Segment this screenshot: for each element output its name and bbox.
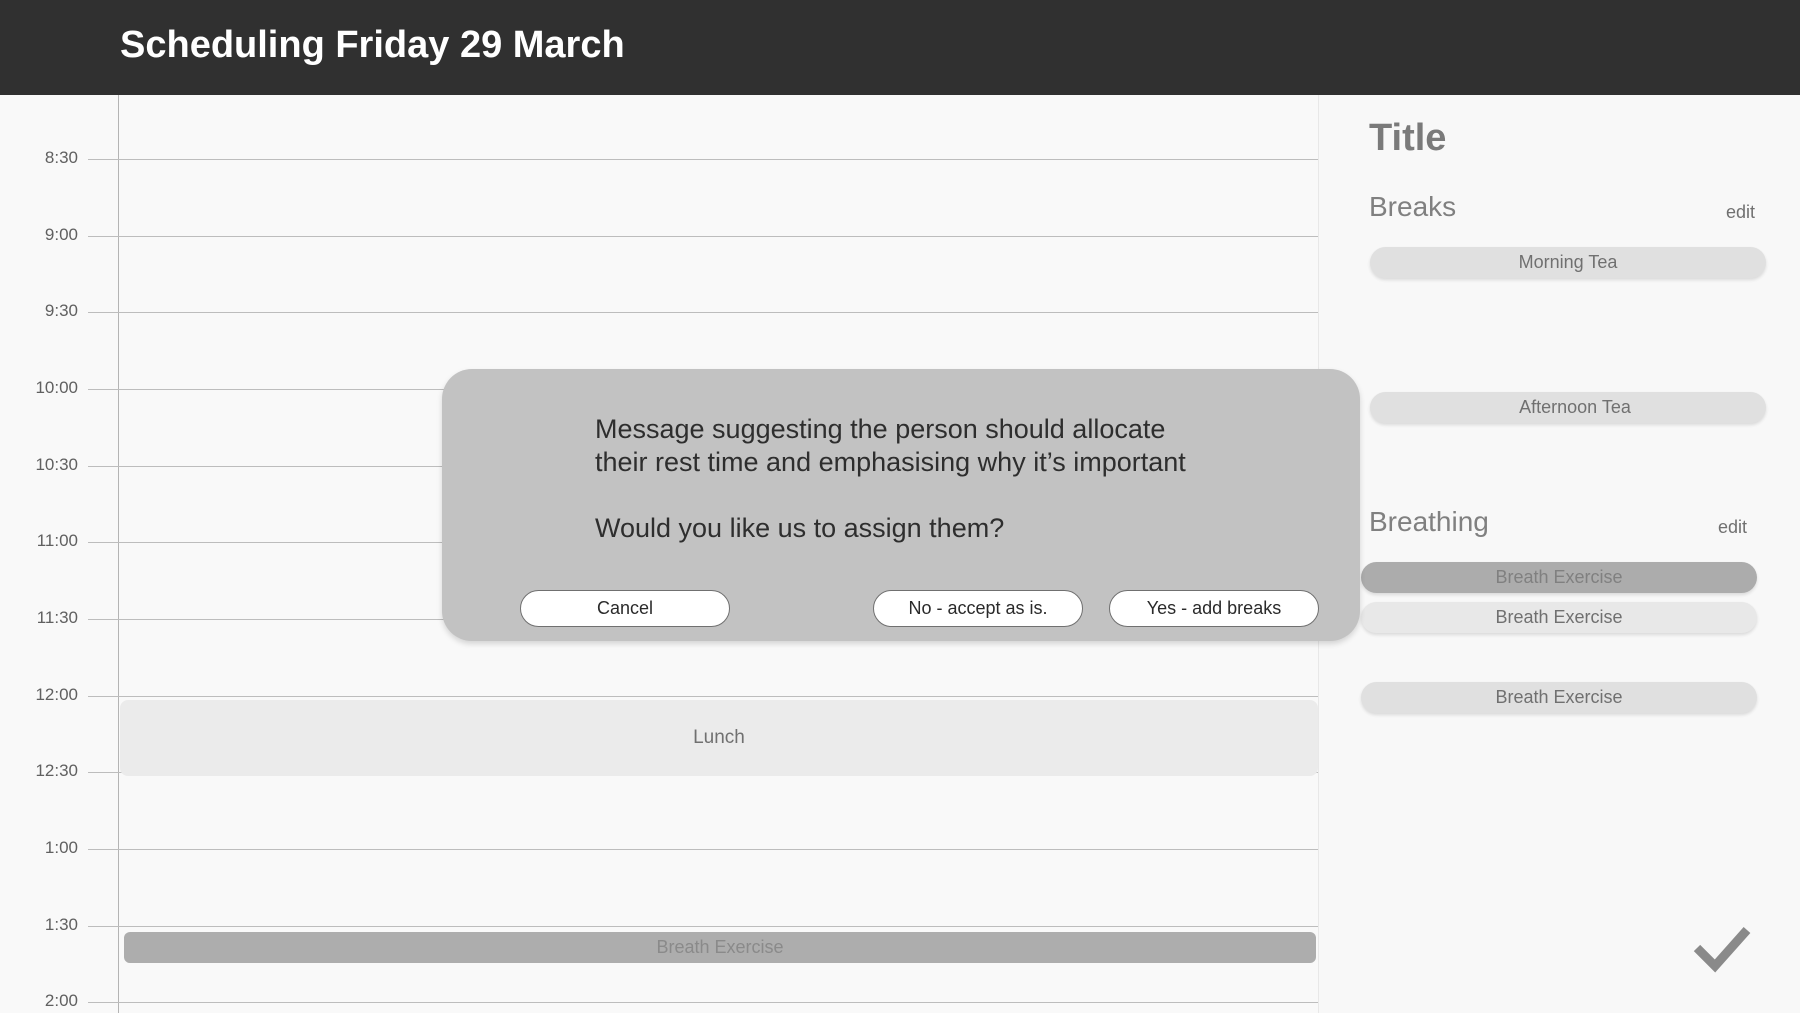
activity-panel: Title Breaks edit Morning Tea Afternoon … bbox=[1318, 95, 1800, 1013]
time-slot[interactable]: 2:00 bbox=[0, 991, 1318, 1013]
breathing-item[interactable]: Breath Exercise bbox=[1361, 602, 1757, 633]
hour-line bbox=[88, 1002, 1318, 1003]
event-label: Lunch bbox=[693, 727, 745, 748]
add-breaks-button[interactable]: Yes - add breaks bbox=[1109, 590, 1319, 627]
hour-line bbox=[88, 312, 1318, 313]
hour-line bbox=[88, 696, 1318, 697]
dialog-message-line: their rest time and emphasising why it’s… bbox=[595, 447, 1186, 477]
time-slot[interactable]: 8:30 bbox=[0, 148, 1318, 188]
break-item-afternoon-tea[interactable]: Afternoon Tea bbox=[1370, 392, 1766, 423]
time-slot[interactable]: 1:00 bbox=[0, 838, 1318, 878]
time-label: 1:30 bbox=[44, 915, 78, 934]
time-label: 9:30 bbox=[44, 301, 78, 320]
time-label: 12:30 bbox=[35, 761, 78, 780]
breaks-edit-link[interactable]: edit bbox=[1726, 202, 1755, 223]
time-label: 10:30 bbox=[35, 455, 78, 474]
breathing-item[interactable]: Breath Exercise bbox=[1361, 682, 1757, 713]
panel-title: Title bbox=[1369, 117, 1447, 159]
time-label: 1:00 bbox=[44, 838, 78, 857]
breaks-heading: Breaks bbox=[1369, 191, 1457, 222]
dialog-message: Message suggesting the person should all… bbox=[595, 413, 1295, 479]
breathing-heading: Breathing bbox=[1369, 506, 1489, 537]
breathing-edit-link[interactable]: edit bbox=[1718, 517, 1747, 538]
time-slot[interactable]: 9:00 bbox=[0, 225, 1318, 265]
cancel-button[interactable]: Cancel bbox=[520, 590, 730, 627]
add-breaks-dialog: Message suggesting the person should all… bbox=[442, 369, 1360, 641]
break-item-label: Afternoon Tea bbox=[1519, 397, 1631, 417]
event-label: Breath Exercise bbox=[656, 937, 784, 957]
time-label: 11:30 bbox=[36, 608, 78, 627]
time-label: 11:00 bbox=[36, 531, 78, 550]
lunch-event[interactable]: Lunch bbox=[120, 700, 1318, 776]
time-label: 9:00 bbox=[44, 225, 78, 244]
accept-as-is-button[interactable]: No - accept as is. bbox=[873, 590, 1083, 627]
time-label: 2:00 bbox=[44, 991, 78, 1010]
break-item-label: Morning Tea bbox=[1518, 252, 1618, 272]
hour-line bbox=[88, 159, 1318, 160]
breath-exercise-event[interactable]: Breath Exercise bbox=[124, 932, 1316, 963]
time-label: 10:00 bbox=[35, 378, 78, 397]
page-title: Scheduling Friday 29 March bbox=[120, 24, 625, 66]
time-slot[interactable]: 9:30 bbox=[0, 301, 1318, 341]
break-item-morning-tea[interactable]: Morning Tea bbox=[1370, 247, 1766, 278]
breathing-item-label: Breath Exercise bbox=[1495, 607, 1623, 627]
hour-line bbox=[88, 926, 1318, 927]
time-label: 8:30 bbox=[44, 148, 78, 167]
time-label: 12:00 bbox=[35, 685, 78, 704]
check-icon[interactable] bbox=[1692, 922, 1752, 974]
breathing-item[interactable]: Breath Exercise bbox=[1361, 562, 1757, 593]
hour-line bbox=[88, 849, 1318, 850]
app-header: Scheduling Friday 29 March bbox=[0, 0, 1800, 95]
dialog-message-line: Message suggesting the person should all… bbox=[595, 414, 1166, 444]
breathing-item-label: Breath Exercise bbox=[1495, 687, 1623, 707]
breathing-item-label: Breath Exercise bbox=[1495, 567, 1623, 587]
hour-line bbox=[88, 236, 1318, 237]
dialog-question: Would you like us to assign them? bbox=[595, 513, 1005, 543]
